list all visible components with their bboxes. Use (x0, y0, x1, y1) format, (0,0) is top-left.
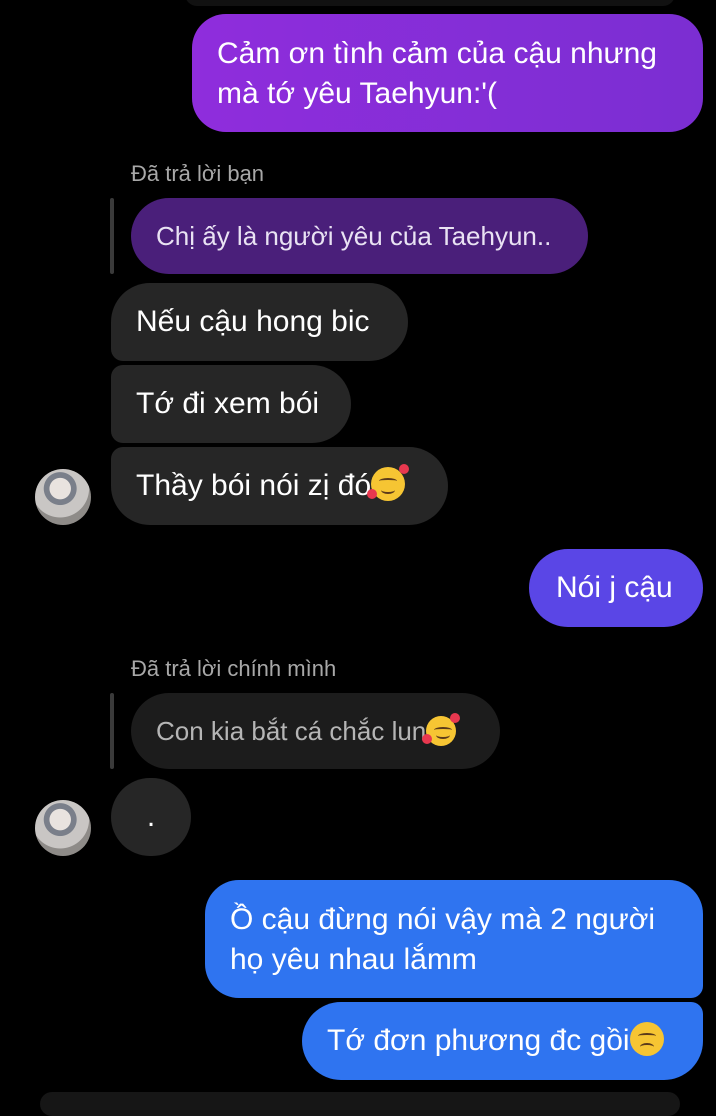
reply-label: Đã trả lời bạn (131, 161, 265, 186)
message-text: Nói j cậu (556, 571, 673, 604)
reply-label: Đã trả lời chính mình (131, 656, 337, 681)
outgoing-message[interactable]: Tớ đơn phương đc gồi (302, 1002, 703, 1080)
outgoing-message[interactable]: Ồ cậu đừng nói vậy mà 2 người họ yêu nha… (205, 880, 703, 998)
outgoing-message[interactable]: Nói j cậu (529, 549, 703, 627)
incoming-message[interactable]: . (111, 778, 191, 856)
message-text: Ồ cậu đừng nói vậy mà 2 người họ yêu nha… (230, 903, 656, 976)
incoming-message[interactable]: Nếu cậu hong bic (111, 283, 408, 361)
smiling-face-with-hearts-icon (422, 713, 461, 746)
contact-avatar[interactable] (35, 800, 91, 856)
contact-avatar[interactable] (35, 469, 91, 525)
quoted-text: Con kia bắt cá chắc lun (156, 716, 427, 746)
quoted-message[interactable]: Chị ấy là người yêu của Taehyun.. (131, 198, 588, 274)
message-text: . (146, 800, 156, 833)
pensive-face-icon (629, 1022, 664, 1056)
message-text: Nếu cậu hong bic (136, 305, 370, 338)
message-text: Cảm ơn tình cảm của cậu nhưng mà tớ yêu … (217, 37, 657, 110)
incoming-message[interactable]: Tớ đi xem bói (111, 365, 351, 443)
message-text: Tớ đi xem bói (136, 387, 320, 420)
message-text: Thầy bói nói zị đó (136, 469, 372, 502)
reply-quote-bar (110, 693, 114, 769)
outgoing-message[interactable]: Cảm ơn tình cảm của cậu nhưng mà tớ yêu … (192, 14, 703, 132)
previous-message-edge (185, 0, 675, 6)
quoted-message[interactable]: Con kia bắt cá chắc lun (131, 693, 500, 769)
quoted-text: Chị ấy là người yêu của Taehyun.. (156, 221, 552, 251)
message-text: Tớ đơn phương đc gồi (327, 1024, 630, 1057)
smiling-face-with-hearts-icon (367, 464, 410, 501)
reply-quote-bar (110, 198, 114, 274)
incoming-message[interactable]: Thầy bói nói zị đó (111, 447, 448, 525)
